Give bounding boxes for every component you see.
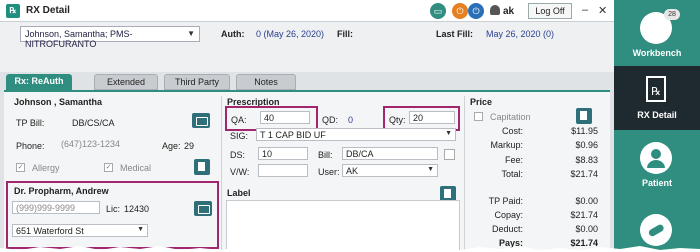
chevron-down-icon: ▼ [427,166,434,173]
doctor-address-value: 651 Waterford St [16,226,84,236]
allergy-label: Allergy [32,163,60,173]
svg-text:℞: ℞ [651,85,661,98]
age-value: 29 [184,141,195,151]
tp-paid-label: TP Paid: [488,196,523,206]
doctor-folder-icon[interactable] [194,201,212,216]
sidebar-item-workbench[interactable]: 28 Workbench [614,4,700,66]
monitor-icon[interactable]: ▭ [430,3,446,19]
label-title: Label [227,188,251,198]
qa-field[interactable]: 40 [260,111,310,124]
current-user: ak [490,5,514,17]
markup-value: $0.96 [575,140,598,150]
tp-bill-value: DB/CS/CA [72,118,115,128]
last-fill-label: Last Fill: [436,29,474,39]
qd-value: 0 [348,115,354,125]
sig-value: T 1 CAP BID UF [260,130,326,140]
patient-phone-field[interactable]: (647)123-1234 [58,138,158,151]
user-select[interactable]: AK ▼ [342,164,438,177]
fee-label: Fee: [504,155,523,165]
price-document-icon[interactable] [576,108,592,124]
markup-label: Markup: [490,140,523,150]
bill-label: Bill: [318,150,333,160]
copay-value: $21.74 [570,210,598,220]
sig-select[interactable]: T 1 CAP BID UF ▼ [256,128,456,141]
capitation-checkbox[interactable] [474,112,483,121]
deduct-value: $0.00 [575,224,598,234]
user-name: ak [503,6,515,17]
sidebar-item-label: Workbench [632,48,682,58]
doctor-name: Dr. Propharm, Andrew [14,186,109,196]
user-select-value: AK [346,166,359,176]
tab-extended[interactable]: Extended [94,74,158,90]
allergy-checkbox[interactable]: ✓ [16,163,25,172]
price-title: Price [470,97,493,107]
qa-label: QA: [231,115,247,125]
tp-bill-label: TP Bill: [16,118,45,128]
age-label: Age: [162,141,181,151]
lic-value: 12430 [124,204,150,214]
app-logo-icon: ℞ [6,4,20,18]
doctor-phone-field[interactable]: (999)999-9999 [12,201,100,214]
medical-checkbox[interactable]: ✓ [104,163,113,172]
minimize-button[interactable]: – [582,4,588,16]
qty-label: Qty: [389,115,406,125]
tab-rx-reauth[interactable]: Rx: ReAuth [6,74,72,90]
bill-checkbox[interactable] [444,149,455,160]
torn-edge [0,246,700,252]
last-fill-value: May 26, 2020 (0) [486,29,555,39]
tab-notes[interactable]: Notes [236,74,296,90]
power-icon[interactable]: ⏻ [452,3,468,19]
pill-icon [640,214,672,246]
total-value: $21.74 [570,169,598,179]
capitation-label: Capitation [490,112,531,122]
total-label: Total: [501,169,523,179]
user-icon [490,5,500,15]
patient-name: Johnson , Samantha [14,97,103,107]
ds-label: DS: [230,150,246,160]
tp-paid-value: $0.00 [575,196,598,206]
ds-field[interactable]: 10 [258,147,308,160]
lic-label: Lic: [106,204,121,214]
tab-third-party[interactable]: Third Party [164,74,230,90]
document-icon[interactable] [194,159,210,175]
sidebar-item-label: RX Detail [637,110,677,120]
vw-field[interactable] [258,164,308,177]
chevron-down-icon: ▼ [187,29,195,38]
qty-field[interactable]: 20 [409,111,455,124]
title-bar: ℞ RX Detail ▭ ⏻ ⏻ ak Log Off – ✕ [0,0,614,22]
sidebar-item-rx-detail[interactable]: ℞ RX Detail [614,66,700,130]
phone-label: Phone: [16,141,45,151]
folder-icon[interactable] [192,113,210,128]
auth-label: Auth: [221,29,245,39]
copay-label: Copay: [494,210,523,220]
deduct-label: Deduct: [491,224,523,234]
workbench-badge: 28 [664,9,680,20]
sidebar-item-patient[interactable]: Patient [614,134,700,196]
auth-value: 0 (May 26, 2020) [256,29,325,39]
divider [221,96,222,252]
right-sidebar: 28 Workbench ℞ RX Detail Patient [614,0,700,252]
sig-label: SIG: [230,131,249,141]
user-label: User: [318,167,340,177]
window-title: RX Detail [26,5,70,16]
close-button[interactable]: ✕ [598,4,607,17]
medical-label: Medical [120,163,152,173]
chevron-down-icon: ▼ [137,226,144,233]
refresh-icon[interactable]: ⏻ [468,3,484,19]
cost-value: $11.95 [571,126,598,136]
cost-label: Cost: [501,126,523,136]
vw-label: V/W: [230,167,250,177]
bill-field[interactable]: DB/CA [342,147,438,160]
chevron-down-icon: ▼ [445,130,452,137]
fee-value: $8.83 [575,155,598,165]
sidebar-item-label: Patient [641,178,672,188]
qd-label: QD: [322,115,339,125]
log-off-button[interactable]: Log Off [528,3,572,19]
patient-rx-select[interactable]: Johnson, Samantha; PMS-NITROFURANTO ▼ [20,26,200,49]
rx-document-icon: ℞ [640,74,672,106]
fill-label: Fill: [337,29,353,39]
doctor-address-select[interactable]: 651 Waterford St ▼ [12,224,148,237]
person-icon [640,142,672,174]
